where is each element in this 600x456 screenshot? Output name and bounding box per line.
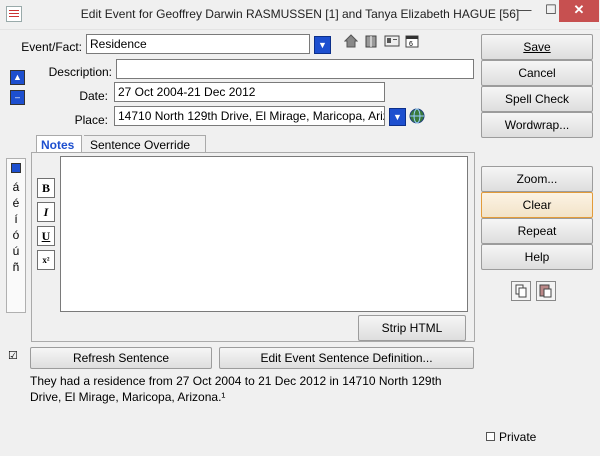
zoom-button[interactable]: Zoom... [481, 166, 593, 192]
italic-button[interactable]: I [37, 202, 55, 222]
calendar-icon[interactable]: 6 [405, 34, 419, 48]
sentence-preview: They had a residence from 27 Oct 2004 to… [30, 374, 442, 404]
place-field[interactable]: 14710 North 129th Drive, El Mirage, Mari… [114, 106, 385, 126]
color-swatch-icon[interactable] [11, 163, 21, 173]
clear-button[interactable]: Clear [481, 192, 593, 218]
copy-icon[interactable] [511, 281, 531, 301]
char-u-acute[interactable]: ú [6, 244, 26, 258]
cancel-button[interactable]: Cancel [481, 60, 593, 86]
home-icon[interactable] [343, 34, 359, 48]
strip-html-button[interactable]: Strip HTML [358, 315, 466, 341]
date-field[interactable]: 27 Oct 2004-21 Dec 2012 [114, 82, 385, 102]
tab-sentence-override[interactable]: Sentence Override [84, 135, 206, 153]
paste-icon[interactable] [536, 281, 556, 301]
notes-textarea[interactable] [60, 156, 468, 312]
save-label: Save [523, 40, 551, 54]
event-label: Event/Fact: [21, 40, 82, 54]
char-o-acute[interactable]: ó [6, 228, 26, 242]
wordwrap-button[interactable]: Wordwrap... [481, 112, 593, 138]
minimize-button[interactable]: — [512, 0, 538, 22]
refresh-sentence-button[interactable]: Refresh Sentence [30, 347, 212, 369]
place-label: Place: [74, 113, 108, 127]
event-dropdown-button[interactable]: ▼ [314, 36, 331, 54]
sentence-checkbox[interactable]: ☑ [8, 349, 18, 362]
help-button[interactable]: Help [481, 244, 593, 270]
underline-button[interactable]: U [37, 226, 55, 246]
date-label: Date: [79, 89, 108, 103]
bold-button[interactable]: B [37, 178, 55, 198]
private-checkbox[interactable] [486, 432, 495, 441]
event-field[interactable]: Residence [86, 34, 310, 54]
char-i-acute[interactable]: í [6, 212, 26, 226]
superscript-button[interactable]: x² [37, 250, 55, 270]
place-dropdown-button[interactable]: ▼ [389, 108, 406, 126]
description-label: Description: [48, 65, 112, 79]
edit-sentence-definition-button[interactable]: Edit Event Sentence Definition... [219, 347, 474, 369]
save-button[interactable]: Save [481, 34, 593, 60]
spell-check-button[interactable]: Spell Check [481, 86, 593, 112]
char-e-acute[interactable]: é [6, 196, 26, 210]
book-icon[interactable] [364, 34, 378, 48]
tab-notes[interactable]: Notes [36, 135, 82, 153]
private-label: Private [499, 430, 537, 444]
repeat-button[interactable]: Repeat [481, 218, 593, 244]
svg-text:6: 6 [409, 41, 413, 48]
id-card-icon[interactable] [384, 34, 400, 48]
window-title: Edit Event for Geoffrey Darwin RASMUSSEN… [80, 7, 520, 21]
close-button[interactable]: ✕ [559, 0, 599, 22]
char-n-tilde[interactable]: ñ [6, 260, 26, 274]
description-field[interactable] [116, 59, 474, 79]
char-a-acute[interactable]: á [6, 180, 26, 194]
globe-icon[interactable] [409, 108, 425, 124]
